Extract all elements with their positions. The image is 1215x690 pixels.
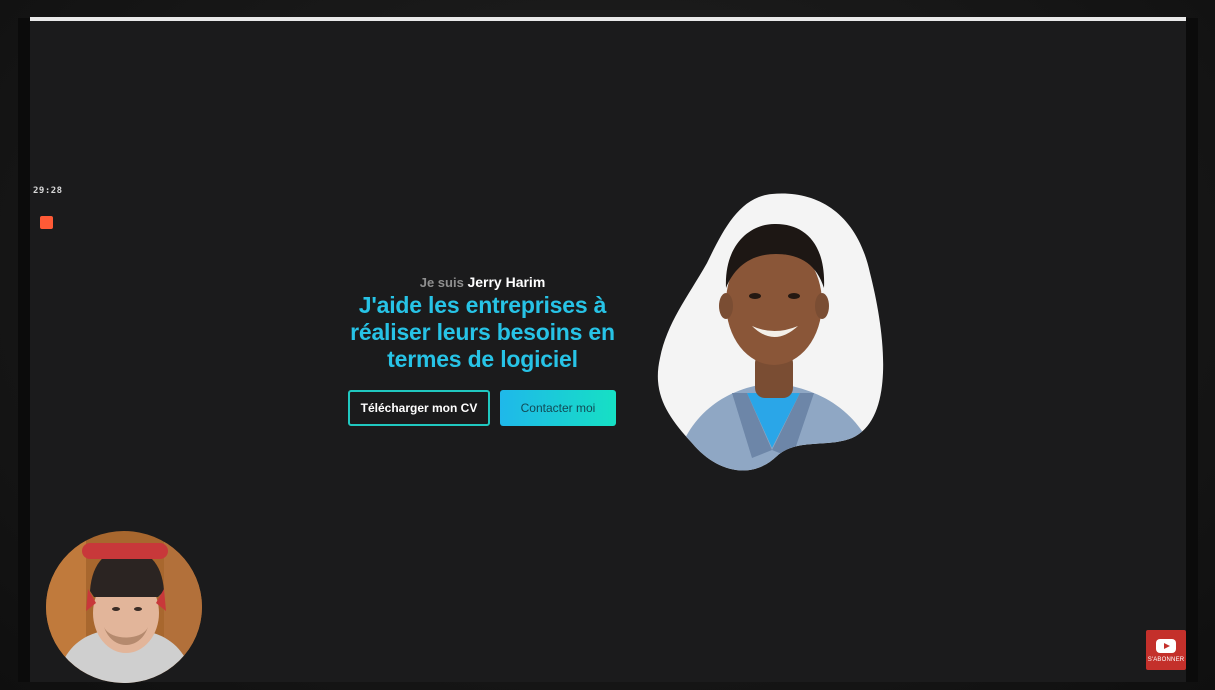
author-name: Jerry Harim xyxy=(467,274,546,290)
screen-top-edge xyxy=(30,17,1186,21)
video-frame: 29:28 Je suis Jerry Harim J'aide les ent… xyxy=(0,0,1215,690)
presenter-webcam xyxy=(46,531,202,683)
recording-timer: 29:28 xyxy=(33,186,63,196)
left-bezel xyxy=(18,18,30,682)
subscribe-button[interactable]: S'ABONNER xyxy=(1146,630,1186,670)
download-cv-button[interactable]: Télécharger mon CV xyxy=(348,390,490,426)
subscribe-label: S'ABONNER xyxy=(1147,657,1185,663)
intro-prefix: Je suis xyxy=(419,275,464,290)
right-bezel xyxy=(1186,18,1198,682)
portrait-photo xyxy=(657,193,884,471)
intro-line: Je suis Jerry Harim xyxy=(340,274,625,290)
hero-section: Je suis Jerry Harim J'aide les entrepris… xyxy=(340,274,625,373)
hero-actions: Télécharger mon CV Contacter moi xyxy=(348,390,616,426)
contact-button[interactable]: Contacter moi xyxy=(500,390,616,426)
record-stop-button[interactable] xyxy=(40,216,53,229)
youtube-play-icon xyxy=(1156,639,1176,653)
hero-headline: J'aide les entreprises à réaliser leurs … xyxy=(350,292,615,372)
